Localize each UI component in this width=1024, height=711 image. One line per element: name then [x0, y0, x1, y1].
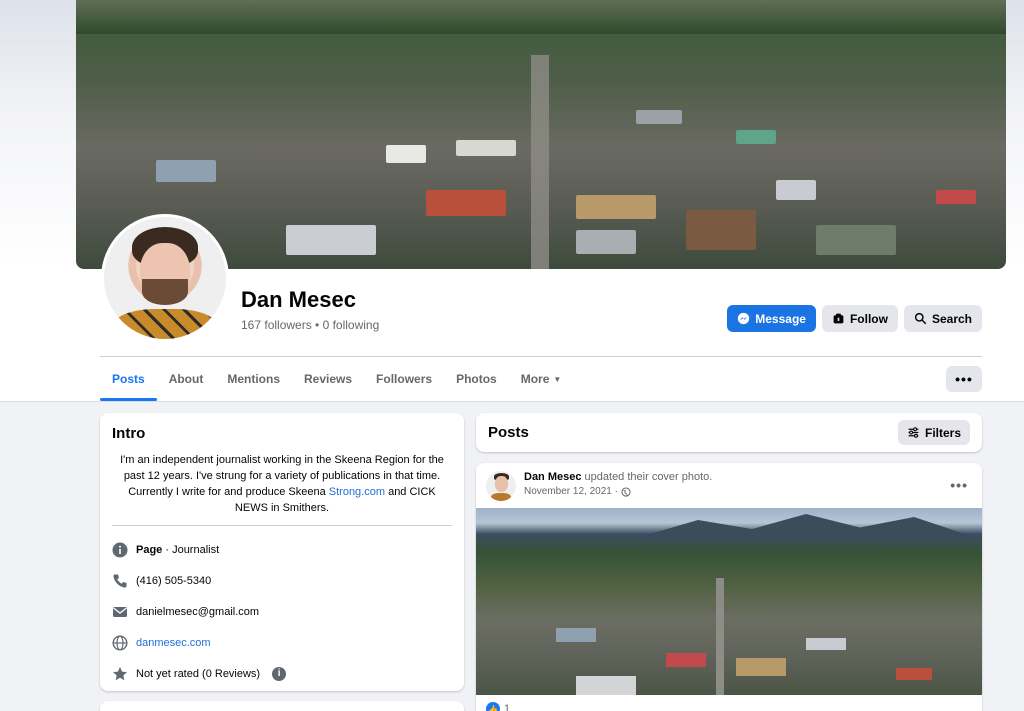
- search-icon: [914, 312, 927, 325]
- post-author[interactable]: Dan Mesec: [524, 471, 581, 483]
- photo-main-street: [716, 578, 724, 695]
- intro-divider: [112, 525, 452, 526]
- profile-name: Dan Mesec: [241, 287, 356, 312]
- tab-mentions[interactable]: Mentions: [215, 357, 292, 401]
- intro-bio: I'm an independent journalist working in…: [120, 454, 444, 514]
- photo-roof: [736, 658, 786, 676]
- follow-button-label: Follow: [849, 311, 888, 326]
- tab-reviews[interactable]: Reviews: [292, 357, 364, 401]
- cover-roof: [816, 225, 896, 255]
- phone-icon: [112, 573, 128, 589]
- cover-roof: [576, 230, 636, 254]
- messenger-icon: [738, 312, 750, 325]
- filter-sliders-icon: [908, 427, 919, 438]
- message-button-label: Message: [755, 311, 806, 326]
- intro-card: Intro I'm an independent journalist work…: [100, 413, 464, 691]
- post-reactions[interactable]: 👍 1: [486, 702, 510, 711]
- posts-header-card: Posts Filters: [476, 413, 982, 452]
- cover-roof: [636, 110, 682, 124]
- cover-roof: [156, 160, 216, 182]
- bio-link[interactable]: Strong.com: [329, 486, 385, 498]
- tab-followers[interactable]: Followers: [364, 357, 444, 401]
- search-button-label: Search: [931, 311, 972, 326]
- intro-website: danmesec.com: [112, 627, 452, 658]
- caret-down-icon: ▼: [553, 374, 562, 384]
- public-globe-icon: [621, 486, 631, 497]
- filters-label: Filters: [924, 425, 961, 440]
- avatar: [104, 217, 226, 339]
- tab-photos[interactable]: Photos: [444, 357, 509, 401]
- tab-posts[interactable]: Posts: [100, 357, 157, 401]
- photo-roof: [806, 638, 846, 650]
- cover-roof: [936, 190, 976, 204]
- cover-photo[interactable]: [76, 0, 1006, 269]
- cover-roof: [686, 210, 756, 250]
- globe-icon: [112, 634, 128, 651]
- posts-title: Posts: [488, 424, 529, 441]
- next-card-edge: [100, 701, 464, 711]
- cover-roof: [776, 180, 816, 200]
- cover-roof: [286, 225, 376, 255]
- message-button[interactable]: Message: [727, 305, 816, 332]
- photo-roof: [576, 676, 636, 695]
- intro-title: Intro: [112, 425, 146, 442]
- search-button[interactable]: Search: [903, 305, 982, 332]
- photo-mountains: [626, 514, 982, 541]
- intro-rating: Not yet rated (0 Reviews) i: [112, 658, 452, 689]
- website-link[interactable]: danmesec.com: [136, 637, 211, 649]
- star-icon: [112, 666, 128, 682]
- more-options-button[interactable]: •••: [946, 366, 982, 392]
- filters-button[interactable]: Filters: [897, 420, 970, 445]
- cover-roof: [456, 140, 516, 156]
- intro-email: danielmesec@gmail.com: [112, 596, 452, 627]
- envelope-icon: [112, 604, 128, 620]
- cover-roof: [426, 190, 506, 216]
- tab-about[interactable]: About: [157, 357, 216, 401]
- cover-roof: [576, 195, 656, 219]
- like-count: 1: [504, 703, 511, 711]
- post-date[interactable]: November 12, 2021 ·: [524, 486, 618, 497]
- profile-tabs: Posts About Mentions Reviews Followers P…: [100, 357, 573, 401]
- cover-roof: [386, 145, 426, 163]
- follow-icon: [833, 313, 844, 324]
- cover-main-street: [531, 55, 549, 269]
- post-options-button[interactable]: •••: [950, 477, 968, 493]
- follow-button[interactable]: Follow: [821, 305, 898, 332]
- rating-info-icon[interactable]: i: [272, 666, 287, 681]
- post-meta: Dan Mesec updated their cover photo. Nov…: [524, 471, 713, 497]
- like-icon: 👍: [486, 702, 500, 711]
- post-author-avatar[interactable]: [486, 471, 516, 501]
- profile-actions: Message Follow Search: [727, 305, 982, 332]
- post-header: Dan Mesec updated their cover photo. Nov…: [476, 463, 982, 508]
- cover-roof: [736, 130, 776, 144]
- tab-more[interactable]: More ▼: [509, 357, 574, 401]
- photo-roof: [896, 668, 932, 680]
- profile-picture[interactable]: [101, 214, 229, 342]
- cover-horizon: [76, 0, 1006, 34]
- intro-phone: (416) 505-5340: [112, 565, 452, 596]
- post-card: Dan Mesec updated their cover photo. Nov…: [476, 463, 982, 711]
- info-icon: [112, 542, 128, 558]
- photo-roof: [666, 653, 706, 667]
- intro-page-type: Page · Journalist: [112, 534, 452, 565]
- profile-follow-stats[interactable]: 167 followers • 0 following: [241, 318, 379, 332]
- post-photo[interactable]: [476, 508, 982, 695]
- photo-roof: [556, 628, 596, 642]
